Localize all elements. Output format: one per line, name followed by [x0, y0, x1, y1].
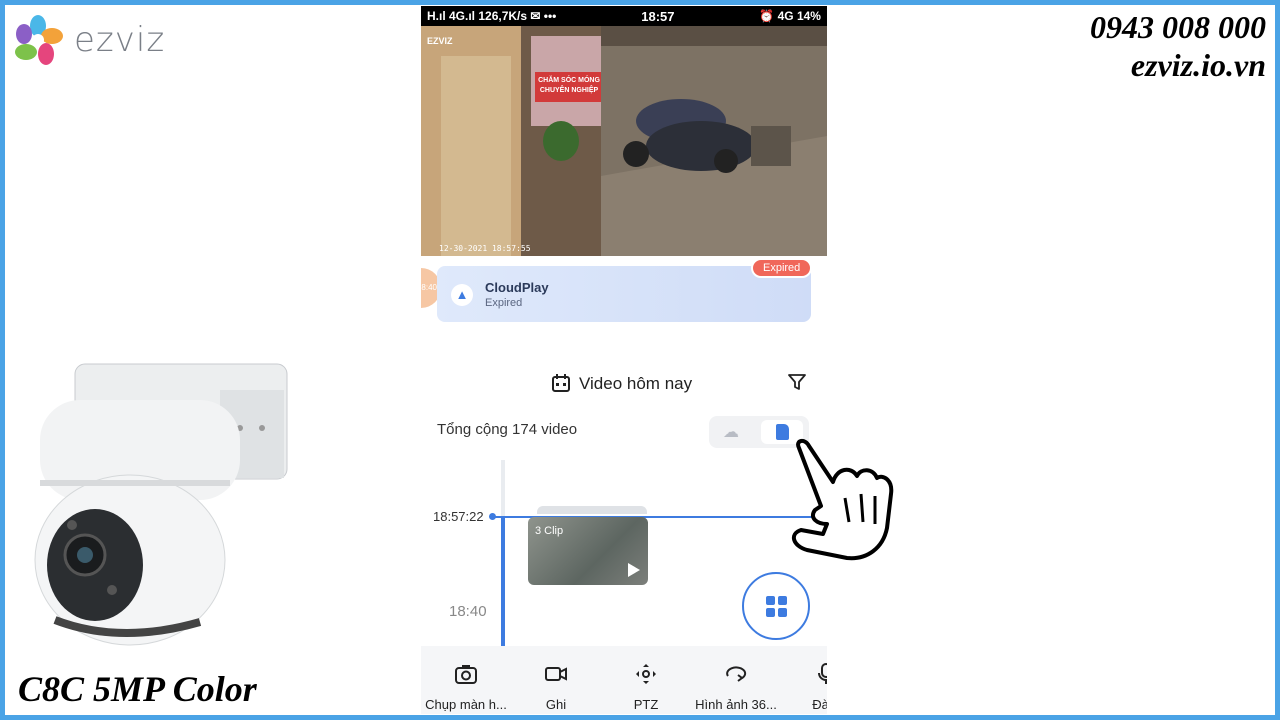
- video-osd-logo: EZVIZ: [427, 36, 453, 46]
- video-total-count: Tổng cộng 174 video: [437, 421, 578, 438]
- contact-phone: 0943 008 000: [1090, 9, 1266, 45]
- status-time: 18:57: [641, 8, 675, 24]
- current-time-marker: 18:57:22: [433, 509, 484, 524]
- status-left: H.ıl 4G.ıl 126,7K/s ✉ •••: [427, 9, 557, 23]
- brand-name: ezviz: [74, 20, 166, 60]
- video-osd-timestamp: 12-30-2021 18:57:55: [439, 244, 531, 253]
- tool-record[interactable]: Ghi: [511, 646, 601, 714]
- expired-badge: Expired: [751, 258, 813, 278]
- clip-thumbnail[interactable]: 3 Clip: [528, 517, 648, 585]
- tool-screenshot-label: Chụp màn h...: [425, 697, 507, 712]
- grid-view-button[interactable]: [742, 572, 810, 640]
- ptz-icon: [636, 664, 656, 684]
- grid-icon-cell: [778, 596, 787, 605]
- camera-icon: [455, 665, 477, 684]
- video-shop-sign: CHĂM SÓC MÓNG CHUYÊN NGHIỆP: [538, 77, 600, 94]
- ezviz-flower-icon: [15, 15, 63, 65]
- status-bar: H.ıl 4G.ıl 126,7K/s ✉ ••• 18:57 ⏰ 4G 14%: [421, 6, 827, 26]
- tool-ptz-label: PTZ: [633, 697, 659, 712]
- playback-header: Video hôm nay: [421, 370, 827, 400]
- pointing-hand-icon: [791, 439, 894, 561]
- tool-ptz[interactable]: PTZ: [601, 646, 691, 714]
- timeline-progress: [501, 516, 505, 661]
- playback-title[interactable]: Video hôm nay: [579, 374, 692, 394]
- clip-stack-shadow: [537, 506, 647, 514]
- tool-talk-label: Đàm: [812, 697, 827, 712]
- tool-talk[interactable]: Đàm: [781, 646, 827, 714]
- tool-panorama[interactable]: Hình ảnh 36...: [691, 646, 781, 714]
- camera-product-image: [34, 363, 288, 646]
- microphone-icon: [818, 663, 827, 684]
- contact-website: ezviz.io.vn: [1130, 47, 1266, 83]
- ezviz-logo: ezviz: [12, 14, 165, 66]
- product-model-label: C8C 5MP Color: [18, 669, 257, 709]
- calendar-icon[interactable]: [551, 373, 571, 393]
- tool-screenshot[interactable]: Chụp màn h...: [421, 646, 511, 714]
- filter-icon[interactable]: [787, 372, 807, 392]
- panorama-icon: [726, 666, 747, 682]
- bottom-toolbar: Chụp màn h... Ghi PTZ Hình ảnh 36... Đà: [421, 646, 827, 714]
- clip-count-label: 3 Clip: [535, 525, 564, 537]
- tool-record-label: Ghi: [545, 697, 567, 712]
- camera-feed-image: [421, 26, 827, 256]
- grid-icon-cell: [766, 608, 775, 617]
- grid-icon: [766, 596, 775, 605]
- cloudplay-status: Expired: [485, 297, 523, 309]
- contact-info: 0943 008 000 ezviz.io.vn: [1090, 8, 1266, 84]
- grid-icon-cell: [778, 608, 787, 617]
- live-video-view[interactable]: EZVIZ 12-30-2021 18:57:55 CHĂM SÓC MÓNG …: [421, 26, 827, 256]
- phone-screen: H.ıl 4G.ıl 126,7K/s ✉ ••• 18:57 ⏰ 4G 14%…: [421, 6, 827, 714]
- tool-panorama-label: Hình ảnh 36...: [695, 697, 777, 712]
- cloud-upload-icon: ▲: [451, 284, 473, 306]
- current-time-dot[interactable]: [489, 513, 496, 520]
- play-icon: [628, 563, 640, 577]
- video-record-icon: [545, 667, 567, 681]
- timeline-time-label: 18:40: [449, 603, 487, 620]
- cloud-storage-icon[interactable]: ☁: [723, 422, 739, 442]
- status-right: ⏰ 4G 14%: [759, 9, 821, 23]
- cloudplay-title: CloudPlay: [485, 280, 549, 295]
